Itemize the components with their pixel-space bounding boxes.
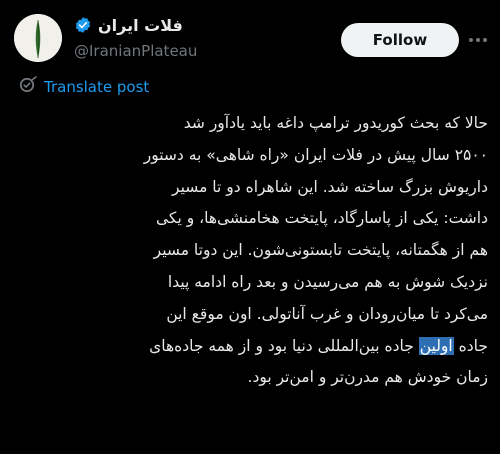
post-text-line: داریوش بزرگ ساخته شد. این شاهراه دو تا م… bbox=[172, 177, 488, 196]
translate-icon bbox=[18, 76, 38, 98]
translate-post-label[interactable]: Translate post bbox=[44, 78, 149, 96]
post-text-segment: جاده بین‌المللی دنیا بود و از همه جاده‌ه… bbox=[149, 336, 419, 355]
post-text-line: حالا که بحث کوریدور ترامپ داغه باید یادآ… bbox=[183, 114, 488, 132]
post-header: فلات ایران @IranianPlateau Follow bbox=[0, 0, 500, 72]
post-text-line: نزدیک شوش به هم می‌رسیدن و بعد راه ادامه… bbox=[167, 272, 488, 291]
follow-button[interactable]: Follow bbox=[341, 23, 459, 57]
post-text-line: ۲۵۰۰ سال پیش در فلات ایران «راه شاهی» به… bbox=[143, 145, 488, 164]
post-text-line: می‌کرد تا میان‌رودان و غرب آناتولی. اون … bbox=[166, 304, 488, 323]
author-handle[interactable]: @IranianPlateau bbox=[74, 42, 197, 60]
verified-badge-icon bbox=[74, 16, 92, 34]
post-text: حالا که بحث کوریدور ترامپ داغه باید یادآ… bbox=[12, 108, 488, 394]
more-options-icon[interactable] bbox=[466, 28, 490, 52]
selected-text-highlight[interactable]: اولین bbox=[418, 336, 454, 355]
author-name-row: فلات ایران bbox=[74, 14, 183, 36]
author-display-name[interactable]: فلات ایران bbox=[98, 16, 183, 35]
post-text-segment: جاده bbox=[453, 336, 488, 355]
post-text-line-highlighted: جاده اولین جاده بین‌المللی دنیا بود و از… bbox=[12, 331, 488, 363]
post-text-line: داشت: یکی از پاسارگاد، پایتخت هخامنشی‌ها… bbox=[155, 209, 488, 228]
avatar[interactable] bbox=[14, 14, 62, 62]
post-text-line: زمان خودش هم مدرن‌تر و امن‌تر بود. bbox=[247, 368, 488, 387]
post-text-line: هم از هگمتانه، پایتخت تابستونی‌شون. این … bbox=[153, 241, 488, 260]
translate-post-link[interactable]: Translate post bbox=[18, 76, 149, 98]
avatar-leaf-image bbox=[14, 14, 62, 62]
